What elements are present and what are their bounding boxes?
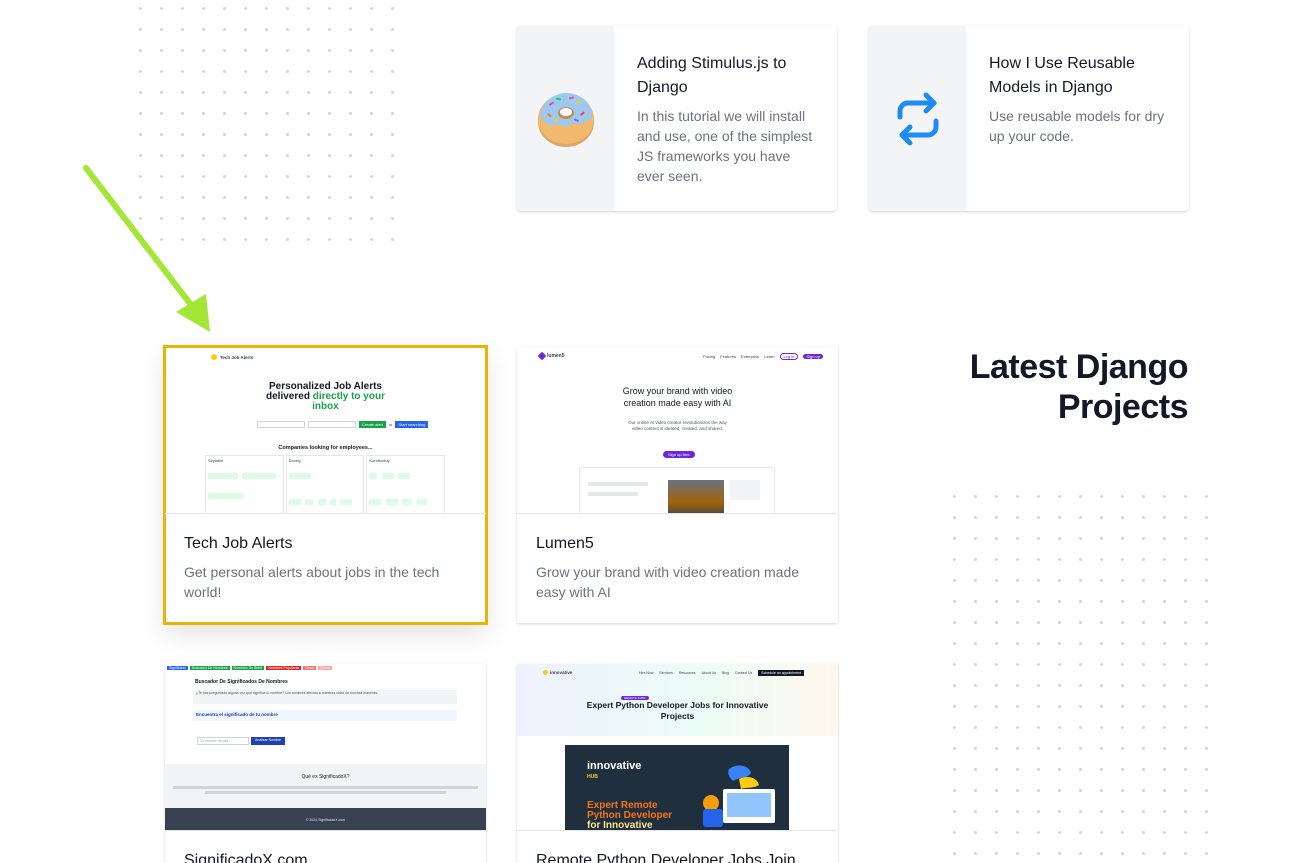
- thumb-headline: creation made easy with AI: [623, 398, 732, 408]
- thumb-tag: Nombres De Bebé: [231, 666, 265, 670]
- thumb-nav-item: Pricing: [703, 354, 716, 359]
- thumb-tag: Nombres Populares: [266, 666, 302, 670]
- thumb-nav-item: Hire Now: [639, 671, 654, 675]
- banner-brand: innovative: [587, 760, 642, 772]
- thumb-brand: lumen5: [547, 353, 565, 359]
- developer-illustration-icon: [703, 765, 775, 827]
- thumb-cta-sep: or: [388, 422, 393, 427]
- thumb-input: Tu nombre de pila...: [197, 737, 249, 745]
- thumb-nav-item: Enterprise: [741, 354, 760, 359]
- thumb-nav-item: Blog: [721, 671, 729, 675]
- thumb-brand: Tech Job Alerts: [220, 354, 254, 360]
- dot-pattern-right: [944, 486, 1224, 863]
- thumb-nav-item: Resources: [678, 671, 696, 675]
- project-thumbnail: innovative Hire Now Services Resources A…: [517, 664, 838, 831]
- thumb-nav-item: About Us: [701, 671, 716, 675]
- thumb-column-title: Docely: [288, 458, 301, 463]
- post-icon-container: [869, 26, 966, 211]
- thumb-login: Log in: [779, 353, 799, 360]
- thumb-sub: video content is ideated, created, and s…: [631, 426, 724, 431]
- thumb-tag: Significado: [167, 666, 189, 670]
- project-thumbnail: lumen5 Pricing Features Enterprise Learn…: [517, 347, 838, 514]
- thumb-nav-item: Learn: [764, 354, 775, 359]
- thumb-tag: Otros: [303, 666, 316, 670]
- thumb-cta: Start searching: [395, 421, 429, 428]
- post-description: Use reusable models for dry up your code…: [989, 108, 1165, 144]
- post-description: In this tutorial we will install and use…: [637, 108, 813, 184]
- banner-brand-sub: HUB: [587, 774, 598, 780]
- thumb-heading: Buscador De Significados De Nombres: [195, 679, 288, 685]
- project-title: SignificadoX.com: [184, 852, 308, 863]
- thumb-tag: Buscador De Nombres: [190, 666, 230, 670]
- thumb-find-label: Encuentra el significado de tu nombre: [193, 710, 457, 721]
- thumb-headline: Projects: [660, 711, 695, 721]
- banner-line: for Innovative: [587, 820, 653, 831]
- post-card-reusable-models[interactable]: How I Use Reusable Models in Django Use …: [869, 26, 1189, 211]
- thumb-headline: Expert Python Developer Jobs for Innovat…: [586, 700, 769, 710]
- lumen5-logo-icon: [537, 351, 547, 361]
- post-title: How I Use Reusable Models in Django: [989, 55, 1135, 96]
- post-title: Adding Stimulus.js to Django: [637, 55, 787, 96]
- thumb-tag: Temas: [317, 666, 333, 670]
- section-title: Latest Django Projects: [969, 348, 1189, 426]
- refresh-arrows-icon: [897, 92, 938, 145]
- pointer-arrow-icon: [83, 165, 210, 332]
- thumb-nav-item: Features: [720, 354, 737, 359]
- thumb-nav-item: Services: [659, 671, 673, 675]
- thumb-intro: ¿Te has preguntado alguna vez qué signif…: [193, 690, 457, 704]
- project-description: Grow your brand with video creation made…: [536, 564, 800, 600]
- project-card-tech-job-alerts[interactable]: Tech Job Alerts Personalized Job Alerts …: [163, 345, 488, 625]
- project-title: Tech Job Alerts: [184, 535, 293, 552]
- thumb-nav-item: Contact Us: [734, 671, 753, 675]
- project-title: Remote Python Developer Jobs Join: [536, 852, 796, 863]
- thumb-headline-accent: inbox: [312, 401, 339, 412]
- innovative-logo-icon: [543, 670, 548, 675]
- thumb-cta: Sign up free: [663, 451, 695, 458]
- thumb-button: Analizar Nombre: [251, 737, 286, 745]
- thumb-footer: © 2024 SignificadoX.com: [305, 818, 346, 822]
- thumb-headline: delivered: [266, 391, 310, 402]
- bell-icon: [211, 354, 217, 360]
- thumb-column-title: Koridbuddy: [369, 458, 390, 463]
- thumb-signup: Sign up: [803, 354, 823, 359]
- thumb-what-is: Qué es SignificadoX?: [301, 774, 350, 780]
- project-title: Lumen5: [536, 535, 594, 552]
- thumb-column-title: Skylable: [208, 458, 224, 463]
- project-description: Get personal alerts about jobs in the te…: [184, 564, 440, 600]
- project-card-significadox[interactable]: Significado Buscador De Nombres Nombres …: [165, 664, 486, 863]
- thumb-brand: innovative: [550, 670, 573, 675]
- thumb-headline: Grow your brand with video: [622, 386, 733, 396]
- thumb-cta: Create alert: [359, 421, 386, 428]
- project-card-lumen5[interactable]: lumen5 Pricing Features Enterprise Learn…: [517, 347, 838, 623]
- thumb-companies: Companies looking for employees...: [278, 445, 373, 451]
- post-icon-container: [517, 26, 614, 211]
- post-card-stimulus[interactable]: Adding Stimulus.js to Django In this tut…: [517, 26, 837, 211]
- project-thumbnail: Significado Buscador De Nombres Nombres …: [165, 664, 486, 831]
- donut-icon: [537, 92, 594, 147]
- project-thumbnail: Tech Job Alerts Personalized Job Alerts …: [165, 347, 486, 514]
- project-card-innovative[interactable]: innovative Hire Now Services Resources A…: [517, 664, 838, 863]
- thumb-cta: Schedule an appointment: [758, 670, 804, 676]
